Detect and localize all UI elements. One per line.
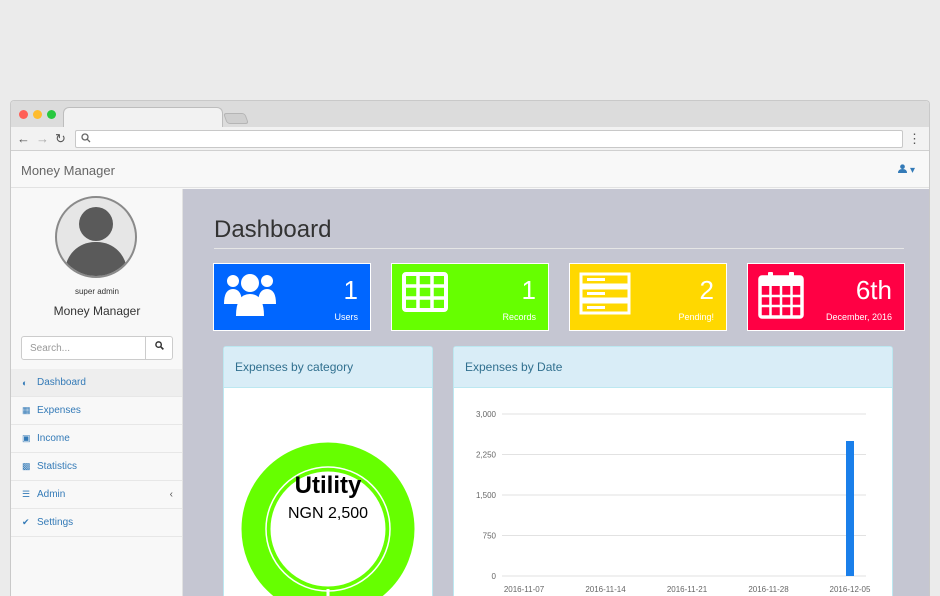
stat-value: 1 — [521, 275, 536, 305]
table-icon — [402, 272, 448, 312]
table-icon: ▦ — [22, 405, 31, 415]
sidebar-item-income[interactable]: ▣ Income — [11, 425, 182, 453]
new-tab-button[interactable] — [222, 113, 250, 124]
sidebar-item-statistics[interactable]: ▩ Statistics — [11, 453, 182, 481]
y-tick-label: 750 — [483, 532, 497, 541]
search-button[interactable] — [146, 337, 172, 359]
main-content: Dashboard 1 Users 1 Records 2 Pending! 6… — [183, 189, 929, 596]
sidebar-item-dashboard[interactable]: ◐ Dashboard — [11, 369, 182, 397]
bar-chart-icon: ▩ — [22, 461, 31, 471]
user-name: Money Manager — [53, 304, 141, 318]
bar-chart: 0 750 1,500 2,250 3,000 2016-11-07 2016-11-14 2… — [476, 410, 871, 594]
user-role: super admin — [74, 287, 120, 296]
sidebar-item-label: Statistics — [37, 461, 78, 472]
stat-card-users[interactable]: 1 Users — [213, 263, 371, 331]
bar — [846, 441, 854, 576]
browser-menu-icon[interactable]: ⋮ — [908, 131, 921, 147]
stat-card-records[interactable]: 1 Records — [391, 263, 549, 331]
address-bar[interactable] — [75, 130, 903, 148]
stat-label: Users — [334, 312, 358, 322]
users-icon — [224, 274, 276, 316]
stat-label: Records — [502, 312, 536, 322]
y-tick-label: 2,250 — [476, 451, 497, 460]
server-icon — [579, 272, 631, 315]
expenses-by-date-panel: Expenses by Date 0 750 1,500 2,250 3,000 2016… — [453, 346, 893, 596]
top-navbar: Money Manager ▾ — [11, 154, 929, 188]
sidebar-item-expenses[interactable]: ▦ Expenses — [11, 397, 182, 425]
sidebar-item-label: Admin — [37, 489, 66, 500]
donut-center-value: NGN 2,500 — [287, 505, 369, 522]
x-tick-label: 2016-11-21 — [667, 585, 708, 594]
chevron-left-icon: ‹ — [169, 489, 173, 500]
user-menu-dropdown[interactable]: ▾ — [898, 164, 915, 176]
avatar — [55, 196, 137, 278]
browser-window: ← → ↻ ⋮ Money Manager ▾ super admin Mone… — [10, 100, 930, 596]
money-icon: ▣ — [22, 433, 31, 443]
y-tick-label: 0 — [492, 572, 497, 581]
caret-down-icon: ▾ — [909, 165, 915, 176]
page-title: Dashboard — [214, 216, 332, 243]
wrench-icon: ✔ — [22, 517, 30, 527]
sidebar-item-label: Income — [37, 433, 70, 444]
sidebar-item-label: Settings — [37, 517, 74, 528]
minimize-window-icon[interactable] — [33, 110, 42, 119]
expenses-by-category-panel: Expenses by category Utility NGN 2,500 — [223, 346, 433, 596]
y-tick-label: 3,000 — [476, 410, 497, 419]
donut-center-title: Utility — [294, 472, 362, 499]
browser-tab-bar — [11, 101, 929, 128]
search-icon — [154, 341, 164, 350]
forward-icon[interactable]: → — [36, 131, 49, 147]
stat-card-date[interactable]: 6th December, 2016 — [747, 263, 905, 331]
brand-link[interactable]: Money Manager — [21, 163, 115, 178]
dashboard-icon: ◐ — [22, 377, 28, 388]
divider — [214, 248, 904, 249]
close-window-icon[interactable] — [19, 110, 28, 119]
y-tick-label: 1,500 — [476, 491, 497, 500]
sidebar-item-label: Dashboard — [37, 377, 86, 388]
sidebar: super admin Money Manager ◐ Dashboard ▦ … — [11, 189, 183, 596]
sidebar-search — [21, 336, 173, 360]
stat-value: 2 — [699, 275, 714, 305]
panel-title: Expenses by category — [224, 347, 432, 388]
stat-value: 1 — [343, 275, 358, 305]
sidebar-item-settings[interactable]: ✔ Settings — [11, 509, 182, 537]
sidebar-item-label: Expenses — [37, 405, 81, 416]
user-icon — [898, 164, 908, 173]
stat-value: 6th — [855, 275, 892, 305]
sidebar-item-admin[interactable]: ☰ Admin ‹ — [11, 481, 182, 509]
stat-label: Pending! — [678, 312, 714, 322]
x-tick-label: 2016-12-05 — [830, 585, 871, 594]
x-tick-label: 2016-11-07 — [504, 585, 545, 594]
search-input[interactable] — [22, 337, 146, 359]
x-tick-label: 2016-11-14 — [585, 585, 626, 594]
browser-tab[interactable] — [63, 107, 223, 128]
stat-label: December, 2016 — [825, 312, 892, 322]
database-icon: ☰ — [22, 489, 31, 499]
panel-title: Expenses by Date — [454, 347, 892, 388]
maximize-window-icon[interactable] — [47, 110, 56, 119]
back-icon[interactable]: ← — [17, 131, 30, 147]
stat-card-pending[interactable]: 2 Pending! — [569, 263, 727, 331]
browser-toolbar: ← → ↻ ⋮ — [11, 127, 929, 151]
calendar-icon — [758, 272, 804, 319]
x-tick-label: 2016-11-28 — [748, 585, 789, 594]
reload-icon[interactable]: ↻ — [55, 131, 66, 147]
search-icon — [81, 133, 91, 143]
sidebar-menu: ◐ Dashboard ▦ Expenses ▣ Income ▩ Statis… — [11, 369, 182, 537]
